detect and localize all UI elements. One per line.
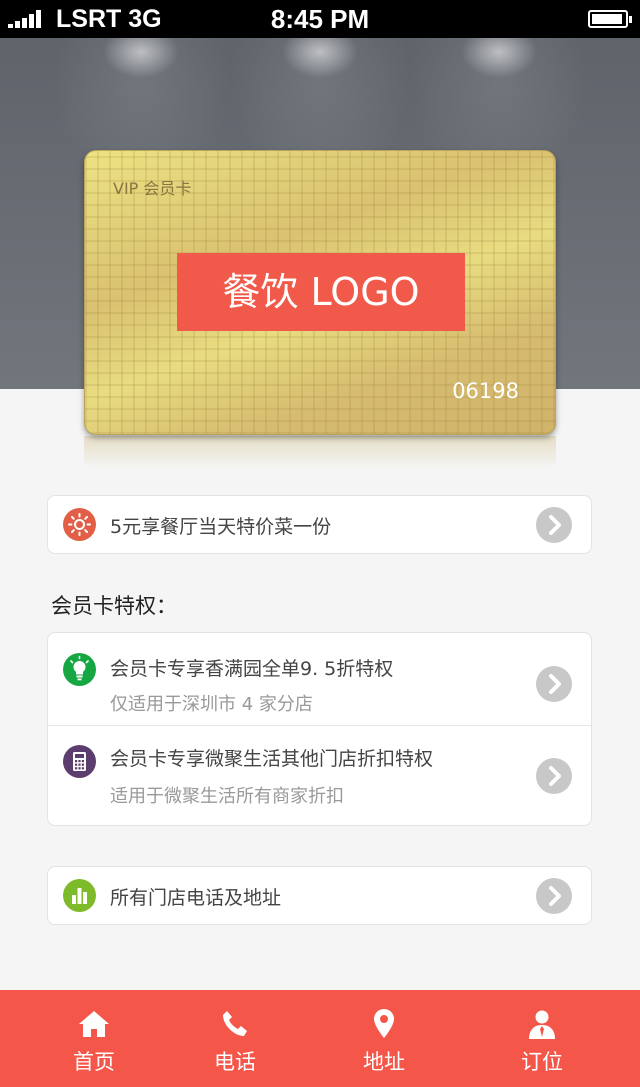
privilege-item[interactable]: 会员卡专享香满园全单9. 5折特权 仅适用于深圳市 4 家分店 — [48, 633, 591, 726]
chevron-right-icon[interactable] — [536, 507, 572, 543]
home-icon — [79, 1011, 109, 1037]
person-icon — [529, 1010, 555, 1039]
vip-member-card[interactable]: VIP 会员卡 餐饮 LOGO 06198 — [84, 150, 556, 435]
bottom-tab-bar: 首页 电话 地址 订位 — [0, 990, 640, 1087]
privilege-title: 会员卡专享微聚生活其他门店折扣特权 — [110, 748, 434, 770]
tab-label: 首页 — [73, 1050, 115, 1074]
promo-panel: 5元享餐厅当天特价菜一份 — [47, 495, 592, 554]
privileges-title: 会员卡特权： — [51, 594, 177, 618]
chevron-right-icon[interactable] — [536, 878, 572, 914]
privileges-panel: 会员卡专享香满园全单9. 5折特权 仅适用于深圳市 4 家分店 会员卡专享微聚生… — [47, 632, 592, 826]
tab-reservation[interactable]: 订位 — [482, 990, 602, 1087]
tab-phone[interactable]: 电话 — [175, 990, 295, 1087]
privilege-item[interactable]: 会员卡专享微聚生活其他门店折扣特权 适用于微聚生活所有商家折扣 — [48, 726, 591, 825]
tab-label: 地址 — [363, 1050, 405, 1074]
promo-text: 5元享餐厅当天特价菜一份 — [110, 516, 332, 538]
card-reflection — [84, 436, 556, 470]
privilege-subtitle: 适用于微聚生活所有商家折扣 — [110, 786, 344, 807]
bar-chart-icon — [63, 879, 96, 912]
tab-label: 订位 — [521, 1050, 563, 1074]
restaurant-logo: 餐饮 LOGO — [177, 253, 465, 331]
stores-text: 所有门店电话及地址 — [110, 887, 282, 909]
location-pin-icon — [374, 1009, 394, 1038]
status-bar: LSRT 3G 8:45 PM — [0, 0, 640, 38]
chevron-right-icon[interactable] — [536, 758, 572, 794]
calculator-icon — [63, 745, 96, 778]
privilege-subtitle: 仅适用于深圳市 4 家分店 — [110, 694, 313, 715]
chevron-right-icon[interactable] — [536, 666, 572, 702]
privilege-title: 会员卡专享香满园全单9. 5折特权 — [110, 658, 394, 680]
battery-icon — [588, 10, 632, 28]
tab-home[interactable]: 首页 — [34, 990, 154, 1087]
status-time: 8:45 PM — [270, 4, 370, 34]
lightbulb-icon — [63, 653, 96, 686]
stores-panel: 所有门店电话及地址 — [47, 866, 592, 925]
sun-icon — [63, 508, 96, 541]
stores-row[interactable]: 所有门店电话及地址 — [48, 867, 591, 924]
tab-label: 电话 — [214, 1050, 256, 1074]
promo-row[interactable]: 5元享餐厅当天特价菜一份 — [48, 496, 591, 553]
tab-address[interactable]: 地址 — [324, 990, 444, 1087]
card-title: VIP 会员卡 — [113, 179, 192, 198]
phone-icon — [223, 1011, 247, 1036]
card-number: 06198 — [452, 379, 519, 403]
